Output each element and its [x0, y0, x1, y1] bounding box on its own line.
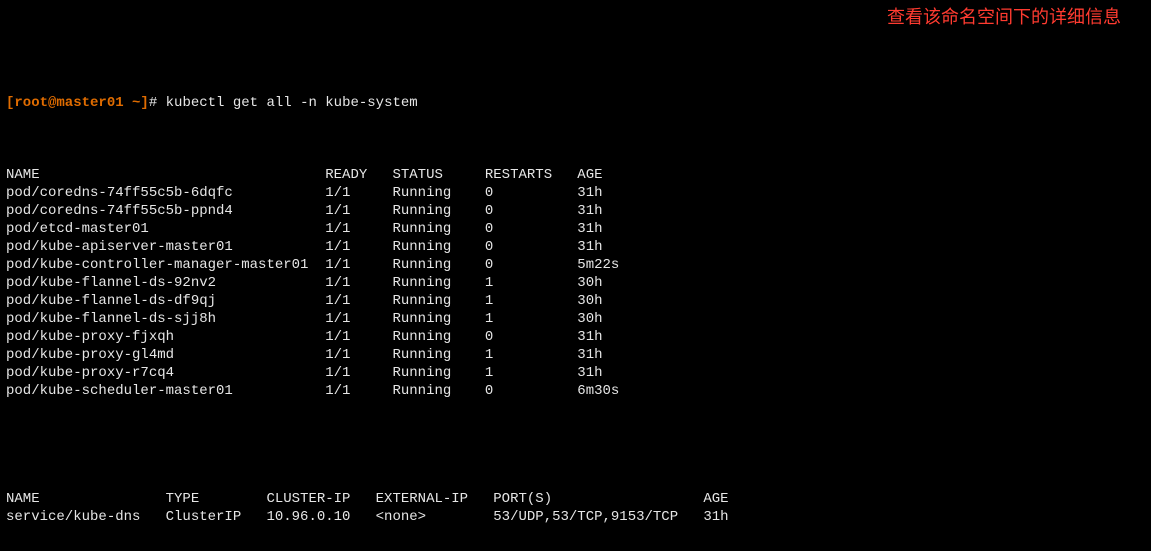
table-header: NAME TYPE CLUSTER-IP EXTERNAL-IP PORT(S)… [6, 490, 1145, 508]
table-row: pod/kube-controller-manager-master01 1/1… [6, 256, 1145, 274]
annotation-text: 查看该命名空间下的详细信息 [887, 8, 1121, 26]
prompt-hash: # [149, 95, 157, 111]
prompt-line-1: [root@master01 ~]# kubectl get all -n ku… [6, 94, 1145, 112]
table-row: pod/kube-flannel-ds-92nv2 1/1 Running 1 … [6, 274, 1145, 292]
table-row: pod/kube-proxy-r7cq4 1/1 Running 1 31h [6, 364, 1145, 382]
table-row: pod/coredns-74ff55c5b-6dqfc 1/1 Running … [6, 184, 1145, 202]
table-row: pod/etcd-master01 1/1 Running 0 31h [6, 220, 1145, 238]
table-row: service/kube-dns ClusterIP 10.96.0.10 <n… [6, 508, 1145, 526]
terminal-window[interactable]: 查看该命名空间下的详细信息 [root@master01 ~]# kubectl… [0, 0, 1151, 551]
table-header: NAME READY STATUS RESTARTS AGE [6, 166, 1145, 184]
table-row: pod/kube-apiserver-master01 1/1 Running … [6, 238, 1145, 256]
table-row: pod/kube-flannel-ds-df9qj 1/1 Running 1 … [6, 292, 1145, 310]
command-1: kubectl get all -n kube-system [166, 95, 418, 111]
pods-table: NAME READY STATUS RESTARTS AGE pod/cored… [6, 166, 1145, 400]
table-row: pod/kube-proxy-fjxqh 1/1 Running 0 31h [6, 328, 1145, 346]
table-row: pod/kube-flannel-ds-sjj8h 1/1 Running 1 … [6, 310, 1145, 328]
prompt-user: [root@master01 ~] [6, 95, 149, 111]
table-row: pod/kube-proxy-gl4md 1/1 Running 1 31h [6, 346, 1145, 364]
table-row: pod/kube-scheduler-master01 1/1 Running … [6, 382, 1145, 400]
services-table: NAME TYPE CLUSTER-IP EXTERNAL-IP PORT(S)… [6, 490, 1145, 526]
table-row: pod/coredns-74ff55c5b-ppnd4 1/1 Running … [6, 202, 1145, 220]
